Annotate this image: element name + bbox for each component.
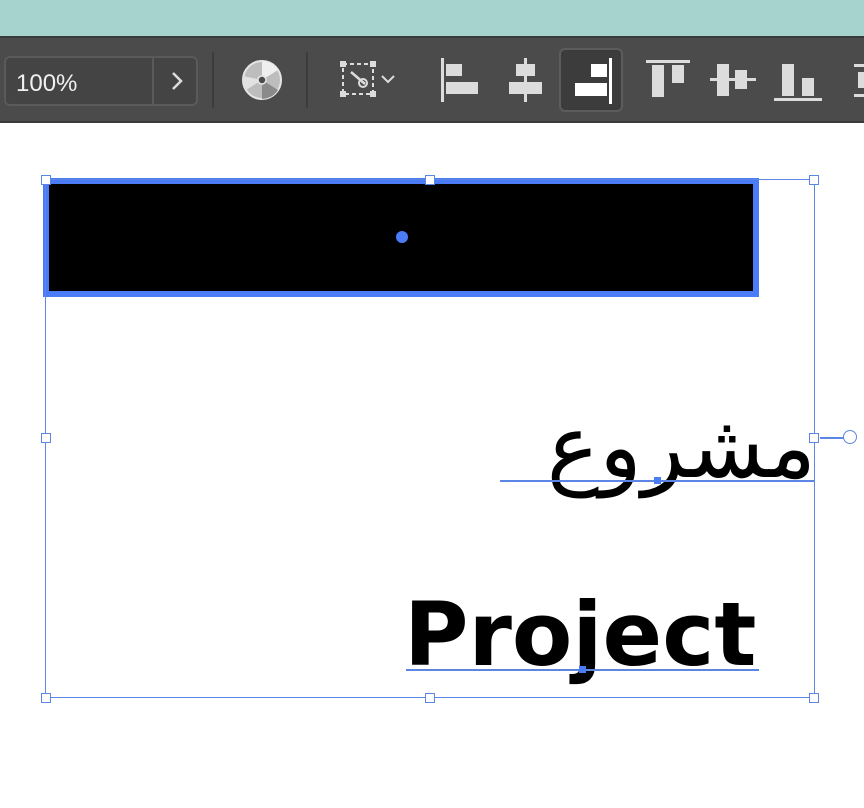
arabic-text-anchor[interactable]	[654, 477, 661, 484]
zoom-control[interactable]: 100%	[4, 56, 198, 106]
align-bottom-button[interactable]	[768, 50, 828, 110]
transform-selection-icon	[340, 61, 395, 97]
align-vertical-center-button[interactable]	[704, 50, 764, 110]
transform-selection-button[interactable]	[334, 50, 408, 110]
rotation-handle-stem	[820, 437, 844, 439]
align-horizontal-center-icon	[509, 58, 542, 102]
toolbar: 100%	[0, 36, 864, 123]
resize-handle-top-right[interactable]	[809, 175, 819, 185]
toolbar-divider	[212, 52, 214, 108]
align-right-icon	[575, 58, 612, 104]
align-top-button[interactable]	[640, 50, 700, 110]
align-left-button[interactable]	[432, 50, 492, 110]
english-text-anchor[interactable]	[579, 666, 586, 673]
zoom-next-button[interactable]	[156, 58, 196, 104]
toolbar-overflow-button[interactable]	[840, 50, 864, 110]
resize-handle-left[interactable]	[41, 433, 51, 443]
artboard-canvas[interactable]: مشروع Project	[0, 123, 864, 808]
zoom-value[interactable]: 100%	[16, 70, 77, 98]
align-horizontal-center-button[interactable]	[496, 50, 556, 110]
resize-handle-top-left[interactable]	[41, 175, 51, 185]
arabic-text-object[interactable]: مشروع	[496, 391, 816, 503]
align-bottom-icon	[774, 64, 822, 101]
align-top-icon	[646, 60, 690, 97]
resize-handle-bottom-left[interactable]	[41, 693, 51, 703]
rotation-handle[interactable]	[843, 430, 857, 444]
zoom-divider	[152, 58, 154, 104]
color-wheel-icon	[242, 60, 282, 100]
chevron-right-icon	[172, 72, 183, 90]
resize-handle-bottom-right[interactable]	[809, 693, 819, 703]
resize-handle-bottom[interactable]	[425, 693, 435, 703]
align-vertical-center-icon	[710, 64, 756, 96]
color-wheel-button[interactable]	[232, 50, 292, 110]
align-right-button[interactable]	[559, 48, 623, 112]
top-color-strip	[0, 0, 864, 36]
align-left-icon	[441, 58, 478, 102]
distribute-icon	[854, 64, 864, 97]
resize-handle-top[interactable]	[425, 175, 435, 185]
toolbar-divider	[306, 52, 308, 108]
